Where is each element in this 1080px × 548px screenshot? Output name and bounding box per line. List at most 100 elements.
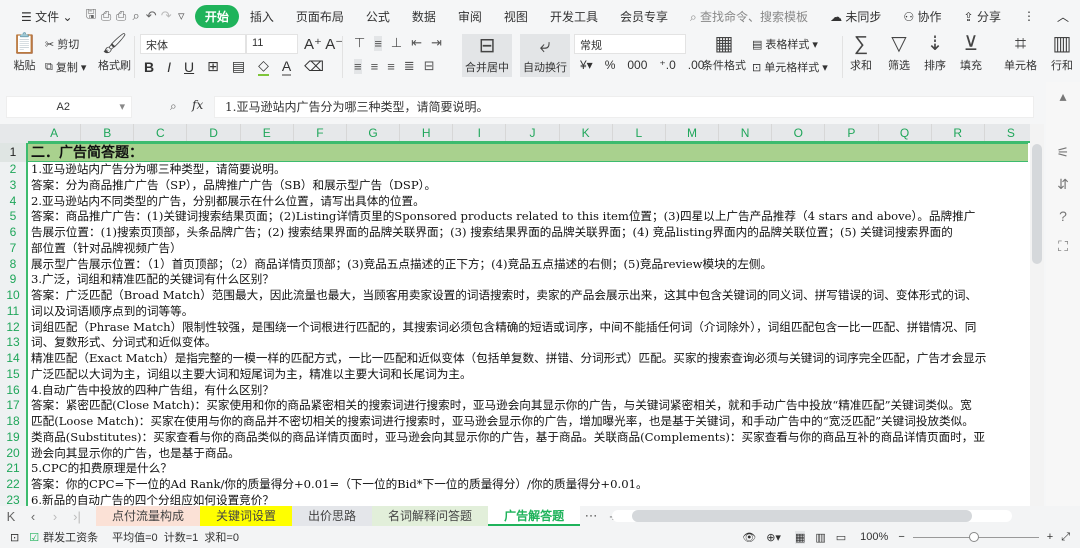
cut-button[interactable]: ✂ 剪切 [45, 36, 79, 52]
column-header[interactable]: J [506, 124, 560, 141]
zoom-level[interactable]: 100% [860, 531, 888, 543]
collab-button[interactable]: ⚇ 协作 [892, 8, 952, 25]
column-header[interactable]: S [985, 124, 1030, 141]
row-number[interactable]: 18 [0, 414, 28, 430]
cell[interactable]: 广泛匹配以大词为主，词组以主要大词和短尾词为主，精准以主要大词和长尾词为主。 [28, 367, 1028, 383]
vertical-scrollbar[interactable] [1030, 124, 1044, 507]
cell[interactable]: 2.亚马逊站内不同类型的广告，分别都展示在什么位置，请写出具体的位置。 [28, 194, 1028, 210]
macro-label[interactable]: 群发工资条 [43, 529, 98, 545]
row-number[interactable]: 12 [0, 319, 28, 336]
row-number[interactable]: 14 [0, 351, 28, 367]
next-sheet-icon[interactable]: › [44, 509, 66, 524]
row-number[interactable]: 19 [0, 429, 28, 446]
image-tool-icon[interactable]: ⛶ [1054, 238, 1072, 255]
column-header[interactable]: Q [879, 124, 932, 141]
row-number[interactable]: 11 [0, 303, 28, 320]
cell[interactable]: 逊会向其显示你的广告，也是基于商品。 [28, 446, 1028, 462]
border-icon[interactable]: ⊞ [207, 58, 219, 75]
column-header[interactable]: D [187, 124, 241, 141]
h-scroll-thumb[interactable] [632, 510, 972, 522]
column-header[interactable]: L [613, 124, 666, 141]
transform-icon[interactable]: ⇵ [1054, 176, 1072, 193]
indent-icon[interactable]: ⇥ [431, 35, 442, 51]
eye-protection-icon[interactable]: 👁 [742, 531, 756, 544]
conditional-format-button[interactable]: ▦ 条件格式 [702, 34, 746, 73]
column-header[interactable]: A [28, 124, 82, 141]
tab-member[interactable]: 会员专享 [609, 8, 679, 25]
zoom-slider[interactable] [912, 531, 1039, 542]
currency-icon[interactable]: ¥▾ [580, 58, 593, 72]
customize-icon[interactable]: ▿ [174, 8, 189, 24]
zoom-out-button[interactable]: − [898, 531, 904, 543]
increase-decimal-icon[interactable]: ⁺.0 [659, 58, 675, 72]
thousands-icon[interactable]: 000 [627, 58, 647, 72]
row-number[interactable]: 13 [0, 335, 28, 351]
row-number[interactable]: 6 [0, 225, 28, 241]
scroll-thumb[interactable] [1032, 144, 1042, 264]
fx-icon[interactable]: fx [192, 98, 203, 112]
justify-icon[interactable]: ≣ [404, 58, 415, 74]
row-number[interactable]: 9 [0, 272, 28, 288]
wrap-text-button[interactable]: ⤶ 自动换行 [520, 34, 570, 77]
distribute-icon[interactable]: ⊟ [424, 58, 435, 74]
help-icon[interactable]: ? [1054, 208, 1072, 224]
collapse-icon[interactable]: ▴ [1054, 88, 1072, 105]
row-number[interactable]: 4 [0, 193, 28, 210]
column-header[interactable]: M [666, 124, 720, 141]
page-layout-view-icon[interactable]: ▭ [836, 531, 846, 544]
row-number[interactable]: 17 [0, 398, 28, 414]
file-menu[interactable]: ☰ 文件 ⌄ [10, 8, 84, 25]
tab-home[interactable]: 开始 [194, 4, 239, 28]
redo-icon[interactable]: ↷ [159, 8, 174, 24]
sheet-tab[interactable]: 名词解释问答题 [372, 506, 489, 526]
column-header[interactable]: B [81, 124, 135, 141]
row-number[interactable]: 10 [0, 288, 28, 304]
cell-format-icon[interactable]: ▤ [232, 58, 245, 75]
cell[interactable]: 答案：紧密匹配(Close Match)：买家使用和你的商品紧密相关的搜索词进行… [28, 398, 1028, 414]
cell[interactable]: 告展示位置：(1)搜索页顶部，头条品牌广告；(2) 搜索结果界面的品牌关联界面；… [28, 225, 1028, 241]
sum-button[interactable]: ∑ 求和 [850, 34, 872, 73]
export-icon[interactable]: ⎙ [99, 8, 114, 24]
macro-icon[interactable]: ⊡ [10, 531, 19, 544]
select-all-corner[interactable] [0, 124, 28, 143]
spreadsheet-grid[interactable]: ABCDEFGHIJKLMNOPQRS 1 二．广告简答题： 2 1.亚马逊站内广告分… [0, 124, 1030, 507]
column-header[interactable]: G [347, 124, 401, 141]
italic-button[interactable]: I [167, 59, 171, 75]
tab-insert[interactable]: 插入 [239, 8, 285, 25]
align-left-icon[interactable]: ≡ [354, 58, 362, 74]
share-button[interactable]: ⇪ 分享 [953, 8, 1012, 25]
cell[interactable]: 4.自动广告中投放的四种广告组，有什么区别？ [28, 383, 1028, 399]
cell[interactable]: 类商品(Substitutes)：买家查看与你的商品类似的商品详情页面时，亚马逊… [28, 430, 1028, 446]
page-break-view-icon[interactable]: ▥ [815, 531, 825, 544]
row-number[interactable]: 22 [0, 477, 28, 493]
last-sheet-icon[interactable]: ›| [66, 509, 88, 524]
column-header[interactable]: K [560, 124, 613, 141]
preview-icon[interactable]: ⌕ [129, 8, 144, 24]
row-number[interactable]: 1 [0, 143, 28, 162]
cell[interactable]: 答案：分为商品推广广告（SP），品牌推广广告（SB）和展示型广告（DSP）。 [28, 178, 1028, 194]
sheet-tab[interactable]: 广告解答题 [488, 506, 581, 526]
cell[interactable]: 匹配(Loose Match)：买家在使用与你的商品并不密切相关的搜索词进行搜索… [28, 414, 1028, 430]
underline-button[interactable]: U [184, 59, 194, 75]
align-right-icon[interactable]: ≡ [387, 59, 395, 74]
sheet-tab[interactable]: 点付流量构成 [96, 506, 201, 526]
command-search[interactable]: ⌕ 查找命令、搜索模板 [679, 8, 819, 25]
cell-button[interactable]: ⌗ 单元格 [1004, 34, 1037, 73]
tab-review[interactable]: 审阅 [447, 8, 493, 25]
paste-button[interactable]: 📋 粘贴 [12, 34, 37, 73]
freeze-icon[interactable]: ⊕▾ [766, 531, 781, 544]
sheet-tab[interactable]: 出价思路 [292, 506, 373, 526]
filter-button[interactable]: ▽ 筛选 [888, 34, 910, 73]
tab-formulas[interactable]: 公式 [355, 8, 401, 25]
column-header[interactable]: R [932, 124, 985, 141]
number-format-select[interactable]: 常规 [574, 34, 686, 54]
tab-view[interactable]: 视图 [493, 8, 539, 25]
cell[interactable]: 3.广泛，词组和精准匹配的关键词有什么区别？ [28, 272, 1028, 288]
column-header[interactable]: N [719, 124, 773, 141]
align-middle-icon[interactable]: ≡ [374, 35, 382, 51]
column-header[interactable]: H [400, 124, 454, 141]
copy-button[interactable]: ⧉ 复制 ▾ [45, 59, 86, 75]
font-size-select[interactable]: 11 [246, 34, 298, 54]
column-header[interactable]: O [772, 124, 826, 141]
row-number[interactable]: 8 [0, 256, 28, 273]
